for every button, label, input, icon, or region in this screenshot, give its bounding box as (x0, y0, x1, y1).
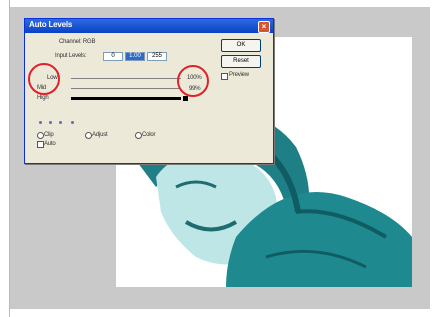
application-window: Auto Levels × Channel: RGB Input Levels:… (0, 0, 436, 317)
dialog-title: Auto Levels (29, 20, 73, 29)
dialog-titlebar[interactable]: Auto Levels × (25, 19, 273, 33)
ok-button[interactable]: OK (221, 39, 261, 52)
reset-button[interactable]: Reset (221, 55, 261, 68)
input-low-field[interactable]: 0 (103, 52, 123, 61)
option-adjust-label: Adjust (92, 132, 108, 138)
swatch-dot[interactable] (49, 121, 52, 124)
auto-checkbox-label: Auto (44, 141, 56, 147)
option-color-label: Color (142, 132, 156, 138)
swatch-dot[interactable] (59, 121, 62, 124)
input-mid-field[interactable]: 1.00 (125, 52, 145, 61)
preview-label: Preview (229, 72, 249, 78)
channel-label: Channel: RGB (59, 39, 96, 45)
auto-checkbox[interactable] (37, 141, 44, 148)
left-panel-edge (0, 0, 10, 317)
close-button[interactable]: × (258, 21, 270, 33)
high-slider-track[interactable] (71, 97, 181, 100)
low-slider-track[interactable] (71, 78, 181, 79)
option-color-radio[interactable] (135, 132, 142, 139)
input-high-field[interactable]: 255 (147, 52, 167, 61)
preview-checkbox[interactable] (221, 73, 228, 80)
option-clip-label: Clip (44, 132, 54, 138)
auto-levels-dialog: Auto Levels × Channel: RGB Input Levels:… (24, 18, 274, 164)
mid-slider-track[interactable] (71, 88, 181, 89)
slider-handle[interactable] (183, 96, 188, 101)
swatch-dot[interactable] (71, 121, 74, 124)
highlight-circle-right (177, 65, 209, 97)
highlight-circle-left (28, 63, 60, 95)
swatch-dot[interactable] (39, 121, 42, 124)
option-clip-radio[interactable] (37, 132, 44, 139)
option-adjust-radio[interactable] (85, 132, 92, 139)
input-levels-label: Input Levels: (55, 53, 87, 59)
high-label: High (37, 95, 49, 101)
